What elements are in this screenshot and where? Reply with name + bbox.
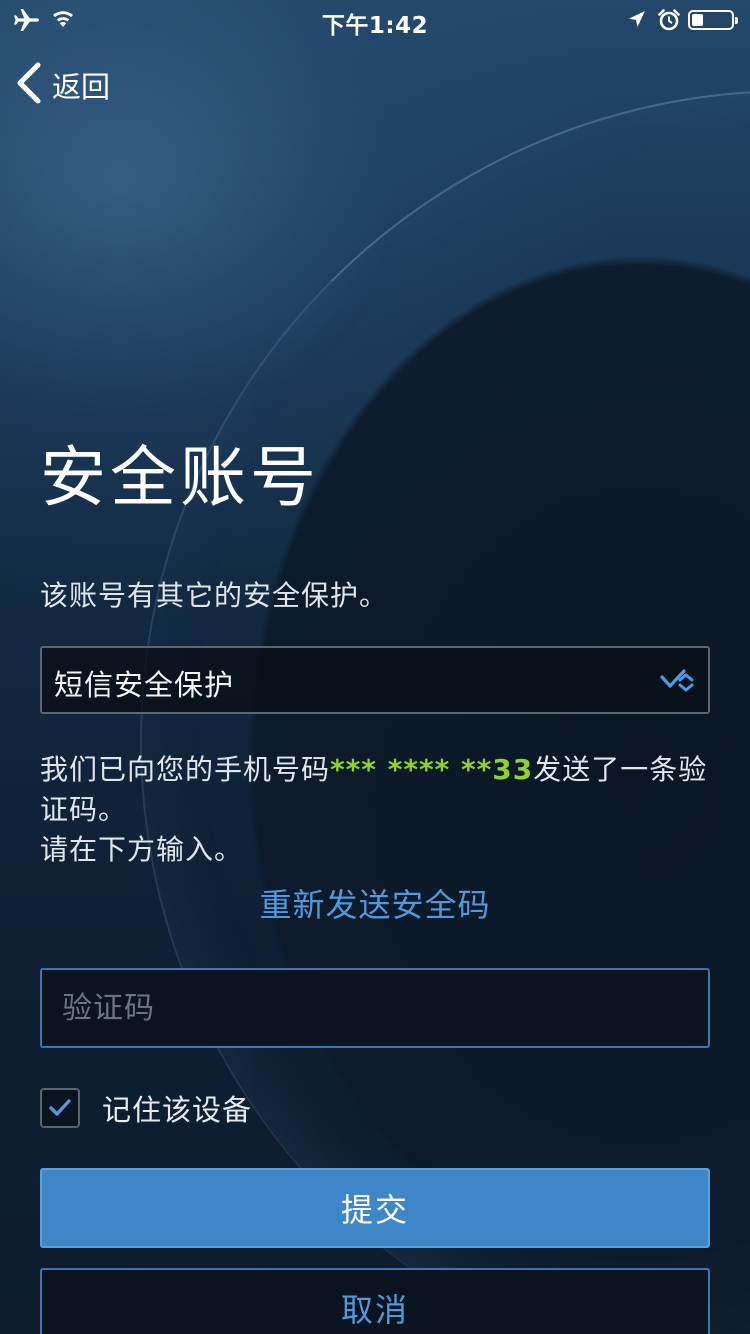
chevron-left-icon	[14, 62, 42, 108]
info-prefix: 我们已向您的手机号码	[40, 753, 331, 786]
info-instruction: 请在下方输入。	[40, 833, 244, 866]
remember-device-checkbox[interactable]	[40, 1088, 80, 1128]
battery-icon	[688, 10, 738, 30]
checkmark-icon	[49, 1099, 71, 1116]
verification-code-input[interactable]	[40, 968, 710, 1048]
cancel-button[interactable]: 取消	[40, 1268, 710, 1334]
back-label: 返回	[52, 70, 111, 104]
location-icon	[628, 10, 646, 34]
protection-method-value: 短信安全保护	[54, 668, 235, 702]
battery-level	[692, 14, 703, 26]
status-bar: 下午1:42	[0, 0, 750, 40]
protection-method-select[interactable]: 短信安全保护	[40, 646, 710, 714]
screen: 下午1:42 返回 安全账号 该账号有其它的安全保护。 短信安全保护 我们已向您…	[0, 0, 750, 1334]
back-button[interactable]: 返回	[14, 62, 110, 108]
page-title: 安全账号	[40, 439, 320, 516]
submit-button[interactable]: 提交	[40, 1168, 710, 1248]
alarm-icon	[658, 9, 680, 35]
select-caret-icon	[660, 668, 694, 698]
resend-code-link[interactable]: 重新发送安全码	[0, 880, 750, 926]
masked-phone-number: *** **** **33	[330, 753, 534, 786]
remember-device-row: 记住该设备	[40, 1088, 252, 1128]
verification-info: 我们已向您的手机号码*** **** **33发送了一条验证码。 请在下方输入。	[40, 750, 720, 870]
remember-device-label: 记住该设备	[102, 1093, 253, 1127]
security-subtitle: 该账号有其它的安全保护。	[40, 579, 389, 612]
